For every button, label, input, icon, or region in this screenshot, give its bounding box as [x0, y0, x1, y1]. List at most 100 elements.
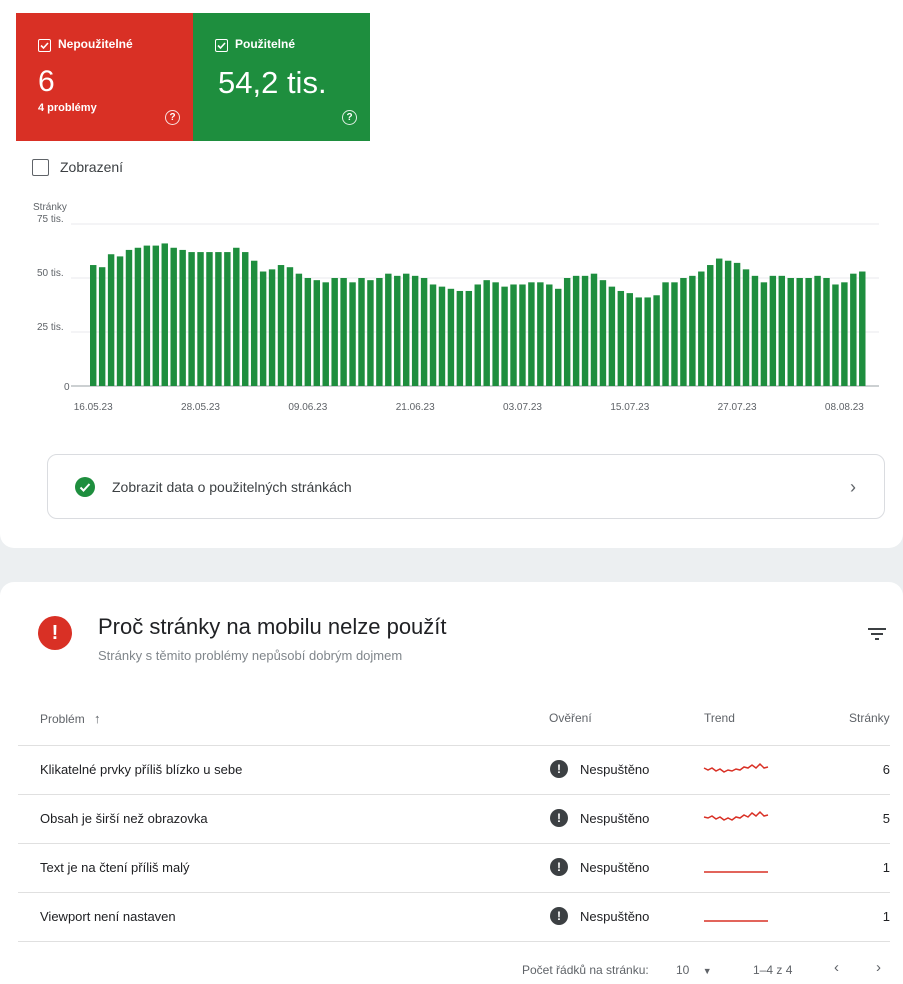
bar — [724, 260, 732, 386]
bar — [456, 290, 464, 386]
status-info-icon: ! — [550, 809, 568, 827]
bar — [644, 297, 651, 386]
error-icon: ! — [38, 616, 72, 650]
arrow-up-icon: ↑ — [94, 711, 101, 726]
table-row[interactable]: Obsah je širší než obrazovka ! Nespuštěn… — [18, 794, 890, 843]
page-count: 5 — [882, 811, 890, 826]
bar — [438, 286, 446, 386]
bar — [125, 249, 133, 386]
bar — [295, 273, 303, 386]
bar — [519, 284, 526, 386]
bar — [215, 252, 222, 386]
validation-status: Nespuštěno — [580, 762, 650, 777]
next-page-button[interactable]: › — [876, 959, 881, 976]
usable-checkbox[interactable] — [215, 39, 228, 52]
pages-bar-chart: Stránky 75 tis. 50 tis. 25 tis. 0 16.05.23 2… — [33, 202, 879, 413]
table-row[interactable]: Klikatelné prvky příliš blízko u sebe ! … — [18, 745, 890, 794]
bar — [429, 284, 437, 386]
validation-status: Nespuštěno — [580, 860, 650, 875]
bar — [331, 278, 338, 386]
bar — [465, 290, 473, 386]
bar — [715, 258, 723, 386]
bar — [555, 288, 562, 386]
bar — [286, 267, 294, 386]
table-row[interactable]: Viewport není nastaven ! Nespuštěno 1 — [18, 892, 890, 942]
bar — [608, 286, 616, 386]
impressions-checkbox[interactable] — [32, 159, 49, 176]
bar — [224, 252, 231, 386]
column-header-trend[interactable]: Trend — [704, 711, 735, 725]
bar — [277, 265, 285, 386]
column-header-problem[interactable]: Problém ↑ — [40, 711, 101, 726]
issue-name: Obsah je širší než obrazovka — [40, 811, 208, 826]
bar — [340, 278, 347, 386]
bar — [376, 278, 383, 386]
unusable-checkbox[interactable] — [38, 39, 51, 52]
bar — [134, 247, 142, 386]
bar — [420, 278, 428, 386]
bar — [778, 275, 786, 386]
bar — [116, 256, 124, 386]
rows-per-page-select[interactable]: 10 ▼ — [676, 963, 712, 977]
bar — [769, 275, 777, 386]
bar — [197, 252, 204, 386]
unusable-tile[interactable]: Nepoužitelné 6 4 problémy ? — [16, 13, 193, 141]
column-header-validation[interactable]: Ověření — [549, 711, 592, 725]
bar — [796, 278, 803, 386]
y-axis-ticks: 75 tis. 50 tis. 25 tis. 0 — [37, 214, 70, 393]
bar — [501, 286, 508, 386]
y-tick-label: 25 tis. — [37, 322, 64, 333]
pagination-range: 1–4 z 4 — [753, 963, 793, 977]
table-row[interactable]: Text je na čtení příliš malý ! Nespuštěn… — [18, 843, 890, 892]
bar — [206, 252, 213, 386]
page-count: 1 — [882, 909, 890, 924]
dropdown-arrow-icon: ▼ — [702, 966, 712, 976]
impressions-label: Zobrazení — [60, 159, 124, 175]
check-icon — [217, 42, 226, 50]
bar — [528, 282, 535, 386]
validation-status: Nespuštěno — [580, 909, 650, 924]
bar — [188, 252, 195, 386]
bar — [760, 282, 768, 386]
y-axis-title: Stránky — [33, 202, 67, 213]
usable-tile[interactable]: Použitelné 54,2 tis. ? — [193, 13, 370, 141]
bar — [510, 284, 517, 386]
help-icon[interactable]: ? — [342, 110, 357, 125]
filter-icon[interactable] — [867, 626, 887, 642]
rows-per-page-label: Počet řádků na stránku: — [522, 963, 649, 977]
validation-status: Nespuštěno — [580, 811, 650, 826]
trend-sparkline — [703, 762, 769, 773]
bar — [179, 249, 186, 386]
bar — [563, 278, 571, 386]
bar — [90, 265, 97, 386]
y-tick-label: 50 tis. — [37, 268, 64, 279]
view-usable-pages-link[interactable]: Zobrazit data o použitelných stránkách › — [47, 454, 885, 519]
bar — [474, 284, 481, 386]
x-tick-label: 27.07.23 — [718, 402, 757, 413]
help-icon[interactable]: ? — [165, 110, 180, 125]
bar — [742, 269, 750, 386]
bar — [805, 278, 812, 386]
bar — [653, 295, 660, 386]
x-tick-label: 03.07.23 — [503, 402, 542, 413]
status-info-icon: ! — [550, 858, 568, 876]
x-tick-label: 28.05.23 — [181, 402, 220, 413]
bar — [411, 275, 419, 386]
bar — [707, 265, 714, 386]
bar — [698, 271, 705, 386]
column-header-pages[interactable]: Stránky — [849, 711, 890, 725]
bar — [626, 293, 633, 386]
bar — [259, 271, 267, 386]
bar — [662, 282, 669, 386]
trend-sparkline — [704, 871, 768, 873]
trend-sparkline — [703, 810, 769, 821]
bar — [814, 275, 821, 386]
column-header-problem-label: Problém — [40, 712, 85, 726]
bar — [492, 282, 499, 386]
bar — [850, 273, 857, 386]
status-info-icon: ! — [550, 760, 568, 778]
prev-page-button[interactable]: ‹ — [834, 959, 839, 976]
bar — [537, 282, 544, 386]
bar — [689, 275, 696, 386]
unusable-count: 6 — [38, 65, 55, 98]
